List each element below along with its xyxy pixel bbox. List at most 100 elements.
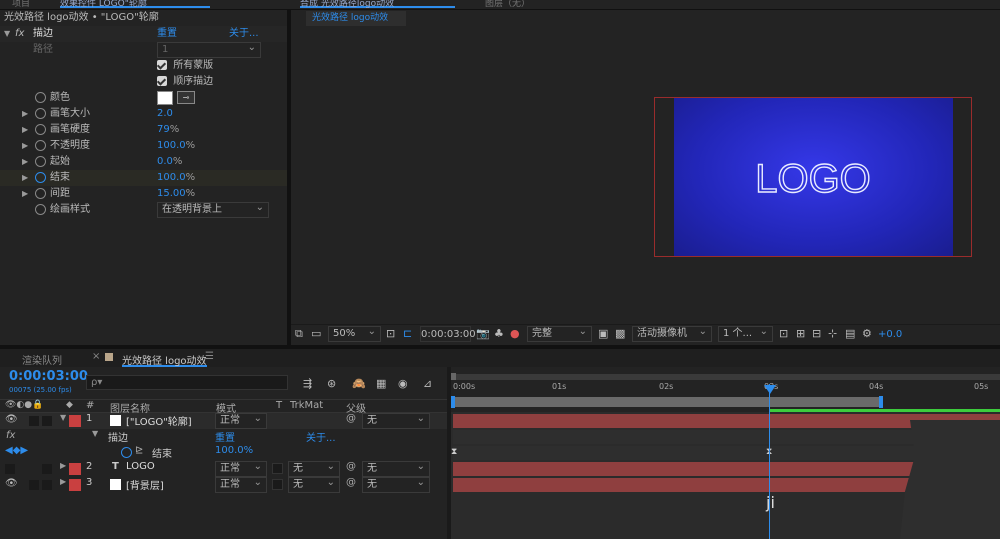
- shy-layers-icon[interactable]: 🙈: [352, 377, 366, 390]
- layer-search-input[interactable]: ρ▾: [86, 375, 288, 390]
- stopwatch-active-icon[interactable]: [121, 447, 132, 458]
- close-tab-icon[interactable]: ×: [92, 351, 100, 362]
- prop-value[interactable]: 79: [157, 124, 170, 135]
- t-preserve-box[interactable]: [272, 463, 283, 474]
- solo-box[interactable]: [29, 480, 39, 490]
- twirl-closed-icon[interactable]: ▶: [60, 461, 66, 470]
- mode-dropdown[interactable]: 正常: [215, 412, 267, 429]
- playhead-line[interactable]: [769, 384, 770, 539]
- solo-box[interactable]: [5, 464, 15, 474]
- expand-arrow-icon[interactable]: ▶: [22, 186, 28, 202]
- exposure-icon[interactable]: ⚙: [862, 327, 872, 340]
- fit-icon[interactable]: ⊡: [386, 327, 395, 340]
- flowchart-icon[interactable]: ⊹: [828, 327, 837, 340]
- comp-timecode[interactable]: 0:00:03:00: [420, 326, 476, 342]
- stopwatch-icon[interactable]: [35, 204, 46, 215]
- eyedropper-icon[interactable]: ⊸: [177, 91, 195, 104]
- collapse-arrow-icon[interactable]: ▼: [4, 26, 10, 42]
- graph-editor-icon[interactable]: ⊿: [423, 377, 432, 390]
- camera-dropdown[interactable]: 活动摄像机: [632, 325, 712, 342]
- preview-icon[interactable]: ▤: [845, 327, 855, 340]
- parent-dropdown[interactable]: 无: [362, 460, 430, 477]
- comp-sub-tab[interactable]: 光效路径 logo动效: [306, 11, 406, 26]
- tab-render-queue[interactable]: 渲染队列: [22, 352, 62, 367]
- parent-pickwhip-icon[interactable]: @: [346, 461, 356, 472]
- stopwatch-icon[interactable]: [35, 188, 46, 199]
- work-area-start-handle[interactable]: [451, 396, 455, 408]
- layer-name[interactable]: LOGO: [126, 461, 155, 472]
- tab-timeline-comp[interactable]: 光效路径 logo动效: [122, 352, 207, 367]
- prop-value[interactable]: 100.0: [157, 172, 186, 183]
- layer-row-3[interactable]: 👁 ▶ 3 [背景层] 正常 无 @ 无: [0, 476, 450, 493]
- roi-icon[interactable]: ▣: [598, 327, 608, 340]
- prop-value[interactable]: 2.0: [157, 106, 173, 122]
- work-area-bar[interactable]: [453, 397, 881, 407]
- frame-blending-icon[interactable]: ▦: [376, 377, 386, 390]
- twirl-open-icon[interactable]: ▼: [92, 429, 98, 438]
- prop-value[interactable]: 0.0: [157, 156, 173, 167]
- draft-3d-icon[interactable]: ⊛: [327, 377, 336, 390]
- stopwatch-icon[interactable]: [35, 124, 46, 135]
- monitor-icon[interactable]: ▭: [311, 327, 321, 340]
- lock-box[interactable]: [42, 416, 52, 426]
- stopwatch-icon[interactable]: [35, 140, 46, 151]
- effect-reset-link[interactable]: 重置: [215, 429, 235, 444]
- expand-arrow-icon[interactable]: ▶: [22, 106, 28, 122]
- pixel-aspect-icon[interactable]: ⊞: [796, 327, 805, 340]
- tab-layer[interactable]: 图层（无）: [485, 0, 530, 9]
- timeline-timecode[interactable]: 0:00:03:00: [9, 369, 88, 384]
- color-swatch[interactable]: [157, 91, 173, 105]
- time-ruler[interactable]: [451, 380, 1000, 396]
- parent-dropdown[interactable]: 无: [362, 412, 430, 429]
- transparency-grid-icon[interactable]: ▩: [615, 327, 625, 340]
- work-area-end-handle[interactable]: [879, 396, 883, 408]
- reset-link[interactable]: 重置: [157, 26, 177, 42]
- quality-dropdown[interactable]: 完整: [527, 325, 592, 342]
- tab-effect-controls[interactable]: 效果控件 LOGO"轮廓: [60, 0, 210, 9]
- layer-name[interactable]: [背景层]: [126, 477, 164, 492]
- trkmat-dropdown[interactable]: 无: [288, 476, 340, 493]
- playhead-handle[interactable]: [764, 385, 776, 394]
- trkmat-dropdown[interactable]: 无: [288, 460, 340, 477]
- twirl-closed-icon[interactable]: ▶: [60, 477, 66, 486]
- 3d-draft-icon[interactable]: ⊟: [812, 327, 821, 340]
- prop-value[interactable]: 15.00: [157, 188, 186, 199]
- layer-row-1[interactable]: 👁 ▼ 1 ["LOGO"轮廓] 正常 @ 无: [0, 412, 450, 429]
- about-link[interactable]: 关于...: [229, 26, 259, 42]
- keyframe-nav-icon[interactable]: ◀◆▶: [5, 445, 28, 456]
- prop-value[interactable]: 100.0: [157, 140, 186, 151]
- solo-box[interactable]: [29, 416, 39, 426]
- path-dropdown[interactable]: 1: [157, 41, 261, 58]
- expand-arrow-icon[interactable]: ▶: [22, 170, 28, 186]
- effect-about-link[interactable]: 关于...: [306, 429, 336, 444]
- stopwatch-active-icon[interactable]: [35, 172, 46, 183]
- eye-icon[interactable]: 👁: [5, 414, 18, 425]
- panel-menu-icon[interactable]: ☰: [205, 351, 214, 362]
- col-trkmat-header[interactable]: TrkMat: [290, 400, 323, 411]
- graph-icon[interactable]: ⊵: [135, 445, 143, 456]
- stopwatch-icon[interactable]: [35, 108, 46, 119]
- twirl-open-icon[interactable]: ▼: [60, 413, 66, 422]
- sequential-checkbox[interactable]: [157, 76, 167, 86]
- motion-blur-icon[interactable]: ◉: [398, 377, 408, 390]
- toggle-view-icon[interactable]: ⊡: [779, 327, 788, 340]
- expand-arrow-icon[interactable]: ▶: [22, 154, 28, 170]
- expand-arrow-icon[interactable]: ▶: [22, 138, 28, 154]
- label-color-swatch[interactable]: [69, 415, 81, 427]
- tab-composition[interactable]: 合成 光效路径logo动效: [300, 0, 455, 9]
- mode-dropdown[interactable]: 正常: [215, 460, 267, 477]
- comp-mini-flowchart-icon[interactable]: ⇶: [303, 377, 312, 390]
- stopwatch-icon[interactable]: [35, 156, 46, 167]
- property-value[interactable]: 100.0%: [215, 445, 253, 456]
- layer-row-2[interactable]: ▶ 2 T LOGO 正常 无 @ 无: [0, 460, 450, 477]
- mode-dropdown[interactable]: 正常: [215, 476, 267, 493]
- views-dropdown[interactable]: 1 个...: [718, 325, 773, 342]
- layer-name[interactable]: ["LOGO"轮廓]: [126, 413, 192, 428]
- fx-switch-icon[interactable]: fx: [6, 430, 15, 441]
- parent-pickwhip-icon[interactable]: @: [346, 413, 356, 424]
- label-color-swatch[interactable]: [69, 463, 81, 475]
- lock-box[interactable]: [42, 464, 52, 474]
- comp-flowchart-icon[interactable]: ⧉: [295, 327, 303, 341]
- parent-dropdown[interactable]: 无: [362, 476, 430, 493]
- lock-box[interactable]: [42, 480, 52, 490]
